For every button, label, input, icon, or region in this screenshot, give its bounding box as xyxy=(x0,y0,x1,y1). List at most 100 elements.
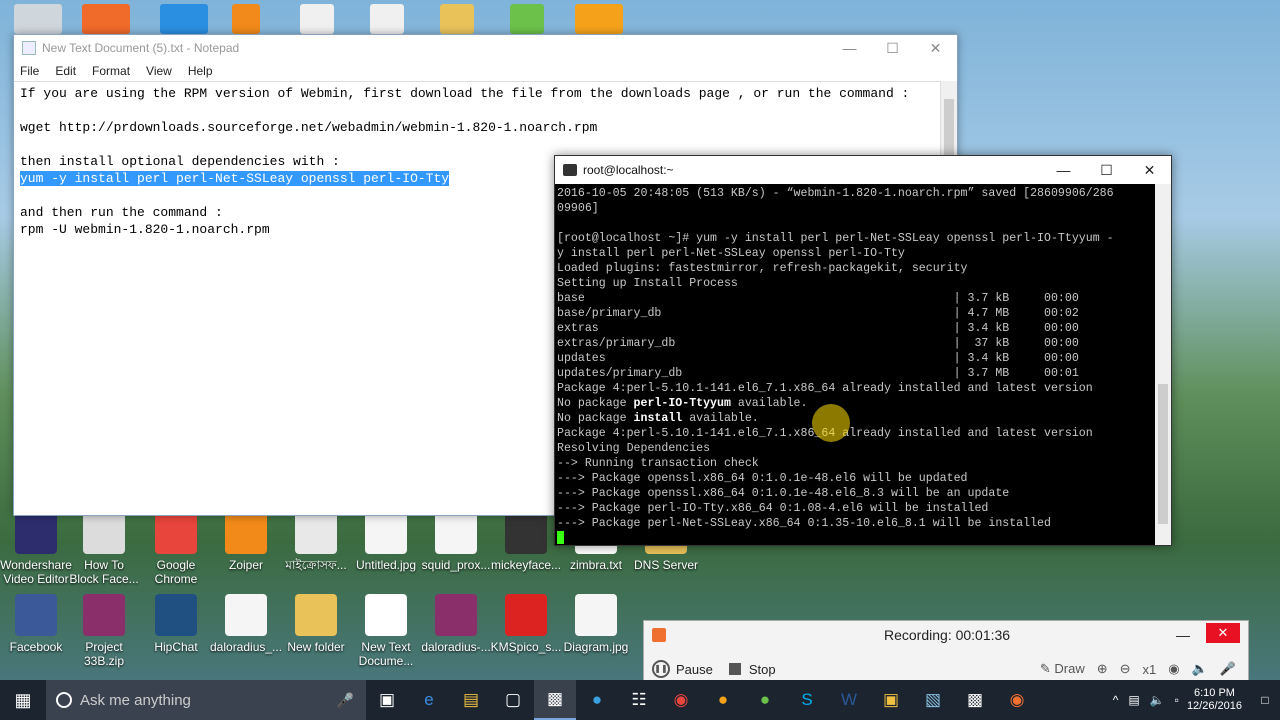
minimize-button[interactable]: — xyxy=(1042,157,1085,183)
recorder-minimize-button[interactable]: — xyxy=(1176,627,1190,643)
app-icon[interactable] xyxy=(82,4,130,34)
desktop-icon-label: HipChat xyxy=(154,640,198,654)
maximize-button[interactable]: ☐ xyxy=(1085,157,1128,183)
desktop-icon[interactable]: New folder xyxy=(280,594,352,654)
menu-file[interactable]: File xyxy=(20,64,39,78)
task-view-icon[interactable]: ▣ xyxy=(366,680,408,720)
desktop-icon[interactable]: squid_prox... xyxy=(420,512,492,572)
terminal-cursor xyxy=(557,531,564,545)
desktop-icon[interactable]: Wondershare Video Editor xyxy=(0,512,72,586)
document-icon[interactable] xyxy=(300,4,334,34)
stop-label: Stop xyxy=(748,661,776,677)
terminal-screen[interactable]: 2016-10-05 20:48:05 (513 KB/s) - “webmin… xyxy=(555,184,1155,545)
pause-button[interactable]: ❚❚ Pause xyxy=(652,660,713,678)
app-icon[interactable] xyxy=(575,4,623,34)
menu-help[interactable]: Help xyxy=(188,64,213,78)
desktop-icon[interactable]: Project 33B.zip xyxy=(68,594,140,668)
desktop-icon[interactable]: New Text Docume... xyxy=(350,594,422,668)
desktop-icon[interactable]: KMSpico_s... xyxy=(490,594,562,654)
recorder-close-button[interactable]: ✕ xyxy=(1206,623,1240,643)
calculator-icon[interactable]: ☷ xyxy=(618,680,660,720)
app-icon[interactable]: ● xyxy=(744,680,786,720)
menu-format[interactable]: Format xyxy=(92,64,130,78)
skype-icon[interactable]: S xyxy=(786,680,828,720)
clock[interactable]: 6:10 PM 12/26/2016 xyxy=(1179,687,1250,713)
menu-edit[interactable]: Edit xyxy=(55,64,76,78)
zoom-level: x1 xyxy=(1142,661,1157,677)
recycle-bin-icon[interactable] xyxy=(14,4,62,34)
folder-icon[interactable] xyxy=(440,4,474,34)
app-icon[interactable]: ● xyxy=(576,680,618,720)
desktop-icon[interactable]: Diagram.jpg xyxy=(560,594,632,654)
notepad-title-bar[interactable]: New Text Document (5).txt - Notepad — ☐ … xyxy=(14,35,957,61)
vlc-icon[interactable] xyxy=(232,4,260,34)
close-button[interactable]: ✕ xyxy=(1128,157,1171,183)
app-icon[interactable] xyxy=(160,4,208,34)
terminal-line: Resolving Dependencies xyxy=(557,442,711,455)
desktop-icon-label: daloradius-... xyxy=(421,640,491,654)
chrome-icon xyxy=(155,512,197,554)
zoom-out-icon[interactable]: ⊖ xyxy=(1120,661,1131,677)
volume-icon[interactable]: 🔈 xyxy=(1150,693,1165,707)
network-icon[interactable]: ▤ xyxy=(1128,693,1139,707)
speaker-icon[interactable]: 🔈 xyxy=(1192,661,1208,677)
microphone-icon[interactable]: 🎤 xyxy=(337,692,354,709)
image-icon xyxy=(575,594,617,636)
text-line: If you are using the RPM version of Webm… xyxy=(20,86,910,101)
terminal-scrollbar[interactable] xyxy=(1155,184,1171,545)
edge-icon[interactable]: e xyxy=(408,680,450,720)
terminal-title-bar[interactable]: root@localhost:~ — ☐ ✕ xyxy=(555,156,1171,184)
search-box[interactable]: Ask me anything 🎤 xyxy=(46,680,366,720)
app-icon[interactable]: ▧ xyxy=(912,680,954,720)
desktop-icon[interactable]: Facebook xyxy=(0,594,72,654)
desktop-icon-label: Google Chrome xyxy=(154,558,198,586)
desktop-icon[interactable]: daloradius-... xyxy=(420,594,492,654)
desktop-icon[interactable]: mickeyface... xyxy=(490,512,562,572)
file-explorer-icon[interactable]: ▤ xyxy=(450,680,492,720)
close-button[interactable]: ✕ xyxy=(914,35,957,61)
recorder-icon[interactable]: ◉ xyxy=(996,680,1038,720)
terminal-line: extras | 3.4 kB 00:00 xyxy=(557,322,1079,335)
draw-button[interactable]: ✎ Draw xyxy=(1040,661,1085,677)
terminal-line: No package perl-IO-Ttyyum available. xyxy=(557,397,808,410)
terminal-line: ---> Package perl-IO-Tty.x86_64 0:1.08-4… xyxy=(557,502,989,515)
chevron-up-icon[interactable]: ^ xyxy=(1113,693,1119,707)
zoom-in-icon[interactable]: ⊕ xyxy=(1097,661,1108,677)
desktop-icon[interactable]: HipChat xyxy=(140,594,212,654)
chrome-icon[interactable]: ◉ xyxy=(660,680,702,720)
start-button[interactable]: ▦ xyxy=(0,680,46,720)
desktop-icon[interactable]: How To Block Face... xyxy=(68,512,140,586)
minimize-button[interactable]: — xyxy=(828,35,871,61)
terminal-line: updates/primary_db | 3.7 MB 00:01 xyxy=(557,367,1079,380)
notification-icon[interactable]: □ xyxy=(1250,680,1280,720)
stop-button[interactable]: Stop xyxy=(728,661,776,677)
play-icon[interactable] xyxy=(510,4,544,34)
menu-view[interactable]: View xyxy=(146,64,172,78)
desktop-icon[interactable]: Zoiper xyxy=(210,512,282,572)
microphone-icon[interactable]: 🎤 xyxy=(1220,661,1236,677)
maximize-button[interactable]: ☐ xyxy=(871,35,914,61)
desktop-icon[interactable]: Google Chrome xyxy=(140,512,212,586)
terminal-window[interactable]: root@localhost:~ — ☐ ✕ 2016-10-05 20:48:… xyxy=(554,155,1172,546)
winrar-icon xyxy=(83,594,125,636)
app-icon[interactable]: ▣ xyxy=(870,680,912,720)
terminal-icon[interactable]: ▩ xyxy=(954,680,996,720)
desktop-icon-label: DNS Server xyxy=(633,558,698,572)
desktop-icon-label: Diagram.jpg xyxy=(563,640,629,654)
word-icon[interactable]: W xyxy=(828,680,870,720)
terminal-line: --> Running transaction check xyxy=(557,457,759,470)
webcam-icon[interactable]: ◉ xyxy=(1168,661,1179,677)
taskbar: ▦ Ask me anything 🎤 ▣ e ▤ ▢ ▩ ● ☷ ◉ ● ● … xyxy=(0,680,1280,720)
desktop-icon-label: New folder xyxy=(287,640,345,654)
selected-text: yum -y install perl perl-Net-SSLeay open… xyxy=(20,171,450,186)
desktop-icon[interactable]: Untitled.jpg xyxy=(350,512,422,572)
app-icon[interactable]: ● xyxy=(702,680,744,720)
desktop-icon[interactable]: মাইক্রোসফ... xyxy=(280,512,352,572)
putty-icon[interactable]: ▩ xyxy=(534,680,576,720)
document-icon[interactable] xyxy=(370,4,404,34)
recording-status: Recording: 00:01:36 xyxy=(884,627,1011,643)
facebook-icon xyxy=(15,594,57,636)
pause-label: Pause xyxy=(676,661,713,677)
store-icon[interactable]: ▢ xyxy=(492,680,534,720)
desktop-icon[interactable]: daloradius_... xyxy=(210,594,282,654)
